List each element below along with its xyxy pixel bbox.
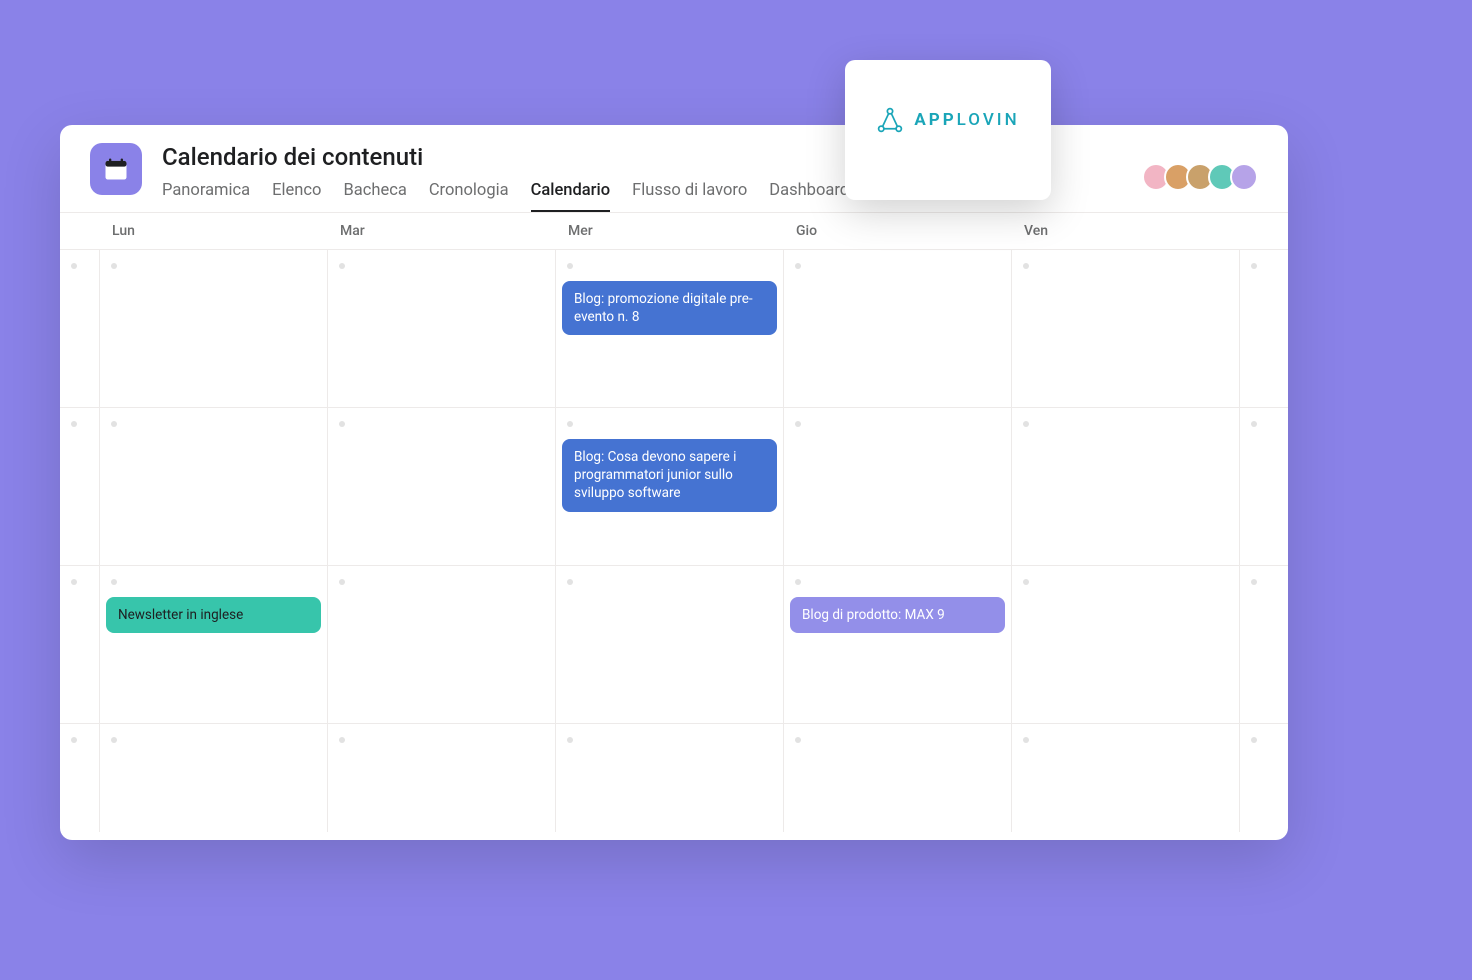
date-dot-icon xyxy=(71,263,77,269)
date-dot-icon xyxy=(339,263,345,269)
date-dot-icon xyxy=(71,579,77,585)
day-header-ven: Ven xyxy=(1012,213,1240,249)
date-dot-icon xyxy=(795,263,801,269)
project-calendar-icon xyxy=(90,143,142,195)
date-dot-icon xyxy=(567,263,573,269)
calendar-cell[interactable]: Newsletter in inglese xyxy=(100,566,328,723)
calendar-cell[interactable] xyxy=(1240,566,1280,723)
calendar-cell[interactable] xyxy=(1012,408,1240,565)
calendar-cell[interactable] xyxy=(784,724,1012,832)
day-header-mar: Mar xyxy=(328,213,556,249)
date-dot-icon xyxy=(71,421,77,427)
calendar: Lun Mar Mer Gio Ven Blog: promozione dig… xyxy=(60,212,1288,832)
tab-elenco[interactable]: Elenco xyxy=(272,181,321,212)
date-dot-icon xyxy=(1251,737,1257,743)
calendar-cell[interactable] xyxy=(328,408,556,565)
date-dot-icon xyxy=(1023,263,1029,269)
calendar-cell[interactable] xyxy=(328,724,556,832)
week-row: Blog: promozione digitale pre-evento n. … xyxy=(60,249,1288,407)
day-header-lun: Lun xyxy=(100,213,328,249)
calendar-cell[interactable] xyxy=(784,250,1012,407)
avatars xyxy=(1148,163,1258,191)
date-dot-icon xyxy=(1251,579,1257,585)
app-window: Calendario dei contenuti Panoramica Elen… xyxy=(60,125,1288,840)
tab-calendario[interactable]: Calendario xyxy=(531,181,611,212)
date-dot-icon xyxy=(795,421,801,427)
day-headers: Lun Mar Mer Gio Ven xyxy=(60,213,1288,249)
avatar[interactable] xyxy=(1230,163,1258,191)
calendar-cell[interactable] xyxy=(1012,566,1240,723)
calendar-cell[interactable] xyxy=(328,250,556,407)
calendar-cell[interactable] xyxy=(60,724,100,832)
day-header-gio: Gio xyxy=(784,213,1012,249)
calendar-cell[interactable] xyxy=(784,408,1012,565)
date-dot-icon xyxy=(795,737,801,743)
date-dot-icon xyxy=(339,579,345,585)
calendar-cell[interactable] xyxy=(556,724,784,832)
date-dot-icon xyxy=(567,737,573,743)
project-title: Calendario dei contenuti xyxy=(162,143,1258,171)
applovin-wordmark: APPLOVIN xyxy=(914,110,1019,130)
calendar-cell[interactable] xyxy=(1240,724,1280,832)
week-row: Blog: Cosa devono sapere i programmatori… xyxy=(60,407,1288,565)
date-dot-icon xyxy=(339,421,345,427)
date-dot-icon xyxy=(1023,737,1029,743)
applovin-logo: APPLOVIN xyxy=(876,106,1019,134)
applovin-logo-card: APPLOVIN xyxy=(845,60,1051,200)
calendar-cell[interactable] xyxy=(100,724,328,832)
tab-panoramica[interactable]: Panoramica xyxy=(162,181,250,212)
date-dot-icon xyxy=(71,737,77,743)
date-dot-icon xyxy=(567,421,573,427)
day-header-mer: Mer xyxy=(556,213,784,249)
date-dot-icon xyxy=(567,579,573,585)
tab-dashboard[interactable]: Dashboard xyxy=(769,181,849,212)
date-dot-icon xyxy=(1251,421,1257,427)
date-dot-icon xyxy=(111,421,117,427)
calendar-cell[interactable] xyxy=(60,250,100,407)
date-dot-icon xyxy=(1251,263,1257,269)
week-row xyxy=(60,723,1288,832)
calendar-cell[interactable] xyxy=(100,250,328,407)
calendar-cell[interactable]: Blog di prodotto: MAX 9 xyxy=(784,566,1012,723)
week-row: Newsletter in inglese Blog di prodotto: … xyxy=(60,565,1288,723)
calendar-cell[interactable] xyxy=(100,408,328,565)
calendar-cell[interactable] xyxy=(1012,250,1240,407)
day-header-edge xyxy=(60,213,100,249)
task-card-blog-max9[interactable]: Blog di prodotto: MAX 9 xyxy=(790,597,1005,633)
date-dot-icon xyxy=(111,263,117,269)
task-card-blog-junior[interactable]: Blog: Cosa devono sapere i programmatori… xyxy=(562,439,777,512)
calendar-cell[interactable] xyxy=(1012,724,1240,832)
calendar-cell[interactable]: Blog: Cosa devono sapere i programmatori… xyxy=(556,408,784,565)
date-dot-icon xyxy=(1023,421,1029,427)
calendar-cell[interactable] xyxy=(60,566,100,723)
calendar-cell[interactable] xyxy=(1240,250,1280,407)
date-dot-icon xyxy=(111,737,117,743)
task-card-newsletter[interactable]: Newsletter in inglese xyxy=(106,597,321,633)
calendar-cell[interactable] xyxy=(60,408,100,565)
tab-flusso[interactable]: Flusso di lavoro xyxy=(632,181,747,212)
day-header-edge xyxy=(1240,213,1280,249)
tab-cronologia[interactable]: Cronologia xyxy=(429,181,509,212)
applovin-mark-icon xyxy=(876,106,904,134)
calendar-cell[interactable]: Blog: promozione digitale pre-evento n. … xyxy=(556,250,784,407)
tab-bacheca[interactable]: Bacheca xyxy=(343,181,406,212)
task-card-blog-promo[interactable]: Blog: promozione digitale pre-evento n. … xyxy=(562,281,777,335)
title-tabs: Calendario dei contenuti Panoramica Elen… xyxy=(162,143,1258,212)
date-dot-icon xyxy=(795,579,801,585)
calendar-cell[interactable] xyxy=(556,566,784,723)
tabs: Panoramica Elenco Bacheca Cronologia Cal… xyxy=(162,181,1258,212)
date-dot-icon xyxy=(1023,579,1029,585)
date-dot-icon xyxy=(339,737,345,743)
calendar-cell[interactable] xyxy=(1240,408,1280,565)
calendar-cell[interactable] xyxy=(328,566,556,723)
date-dot-icon xyxy=(111,579,117,585)
header: Calendario dei contenuti Panoramica Elen… xyxy=(60,125,1288,212)
